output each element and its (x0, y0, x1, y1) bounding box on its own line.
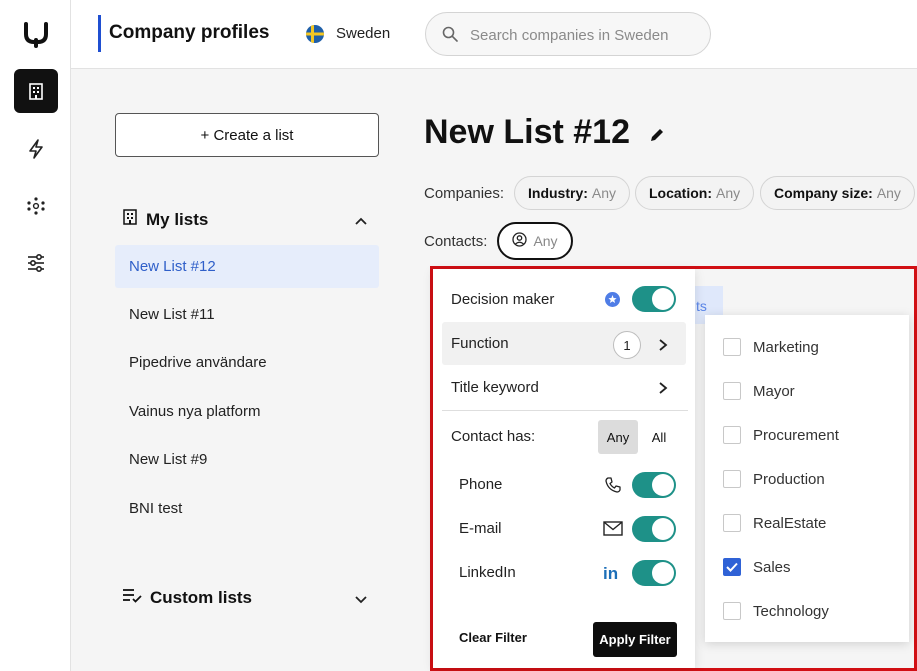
decision-maker-label: Decision maker (451, 291, 555, 308)
logo-icon[interactable] (22, 20, 50, 48)
phone-toggle[interactable] (632, 472, 676, 498)
function-option-technology[interactable]: Technology (705, 589, 909, 633)
apply-filter-button[interactable]: Apply Filter (593, 622, 677, 657)
chip-value: Any (591, 185, 617, 201)
function-option-procurement[interactable]: Procurement (705, 413, 909, 457)
chevron-right-icon[interactable] (658, 338, 668, 357)
chip-name: Company size: (774, 185, 873, 201)
divider (442, 410, 688, 411)
contact-filter-popup: Decision maker Function 1 Title keyword … (433, 269, 695, 668)
companies-label: Companies: (424, 185, 505, 202)
list-item-pipedrive[interactable]: Pipedrive användare (115, 341, 379, 384)
contact-has-label: Contact has: (451, 428, 536, 445)
chip-value: Any (876, 185, 901, 201)
email-toggle[interactable] (632, 516, 676, 542)
email-label: E-mail (459, 520, 502, 537)
list-item-bni-test[interactable]: BNI test (115, 487, 379, 530)
option-label: Technology (753, 602, 829, 620)
sweden-flag-icon[interactable] (306, 25, 324, 43)
my-lists-label: My lists (146, 209, 209, 229)
app-root: Company profiles Sweden + Create a list (0, 0, 917, 671)
page-title: Company profiles (109, 22, 270, 43)
clear-filter-button[interactable]: Clear Filter (459, 630, 527, 645)
option-label: Sales (753, 558, 791, 576)
linkedin-label: LinkedIn (459, 564, 516, 581)
custom-lists-label: Custom lists (150, 587, 253, 607)
chip-name: Location: (649, 185, 712, 201)
contacts-label: Contacts: (424, 233, 488, 250)
title-accent-bar (98, 15, 101, 52)
checkbox[interactable] (723, 602, 741, 620)
chip-name: Industry: (528, 185, 588, 201)
checkbox[interactable] (723, 382, 741, 400)
function-row[interactable]: Function (442, 322, 686, 365)
function-option-marketing[interactable]: Marketing (705, 325, 909, 369)
chevron-right-icon[interactable] (658, 381, 668, 400)
location-filter-chip[interactable]: Location: Any (635, 176, 755, 210)
title-keyword-label: Title keyword (451, 379, 539, 396)
decision-maker-toggle[interactable] (632, 286, 676, 312)
title-keyword-row[interactable]: Title keyword (442, 366, 686, 409)
verified-badge-icon (604, 291, 621, 313)
company-search[interactable] (425, 12, 711, 56)
option-label: Procurement (753, 426, 839, 444)
function-label: Function (451, 335, 509, 352)
option-label: RealEstate (753, 514, 827, 532)
list-title: New List #12 (424, 113, 630, 151)
phone-icon (604, 476, 622, 499)
my-lists-header[interactable]: My lists (122, 209, 208, 230)
checkbox[interactable] (723, 338, 741, 356)
nav-rail (0, 0, 71, 671)
function-dropdown: Marketing Mayor Procurement Production R… (705, 315, 909, 642)
function-option-production[interactable]: Production (705, 457, 909, 501)
mail-icon (603, 521, 623, 541)
list-item-new-list-9[interactable]: New List #9 (115, 438, 379, 481)
user-circle-icon (512, 232, 528, 250)
lightning-icon[interactable] (14, 127, 58, 171)
building-icon (122, 209, 138, 230)
network-icon[interactable] (14, 184, 58, 228)
sliders-icon[interactable] (14, 241, 58, 285)
company-size-filter-chip[interactable]: Company size: Any (760, 176, 915, 210)
linkedin-toggle[interactable] (632, 560, 676, 586)
contacts-filter-chip[interactable]: Any (497, 222, 573, 260)
option-label: Mayor (753, 382, 795, 400)
chevron-up-icon[interactable] (354, 213, 368, 231)
industry-filter-chip[interactable]: Industry: Any (514, 176, 631, 210)
list-item-vainus[interactable]: Vainus nya platform (115, 390, 379, 433)
phone-label: Phone (459, 476, 503, 493)
option-label: Production (753, 470, 825, 488)
function-option-sales[interactable]: Sales (705, 545, 909, 589)
contacts-chip-value: Any (533, 233, 558, 249)
create-list-button[interactable]: + Create a list (115, 113, 379, 157)
function-option-mayor[interactable]: Mayor (705, 369, 909, 413)
chip-value: Any (716, 185, 741, 201)
custom-lists-header[interactable]: Custom lists (122, 587, 252, 608)
linkedin-icon: in (603, 564, 619, 583)
contact-has-any-button[interactable]: Any (598, 420, 638, 454)
list-check-icon (122, 587, 142, 608)
function-option-realestate[interactable]: RealEstate (705, 501, 909, 545)
option-label: Marketing (753, 338, 819, 356)
search-icon (442, 26, 458, 47)
pencil-icon[interactable] (648, 126, 666, 149)
list-item-new-list-11[interactable]: New List #11 (115, 293, 379, 336)
check-icon (726, 562, 738, 572)
checkbox-checked[interactable] (723, 558, 741, 576)
search-input[interactable] (470, 24, 700, 46)
building-icon[interactable] (14, 69, 58, 113)
top-bar: Company profiles Sweden (71, 0, 917, 69)
checkbox[interactable] (723, 514, 741, 532)
contact-has-all-button[interactable]: All (646, 420, 672, 454)
checkbox[interactable] (723, 426, 741, 444)
list-item-new-list-12[interactable]: New List #12 (115, 245, 379, 288)
chevron-down-icon[interactable] (354, 592, 368, 610)
checkbox[interactable] (723, 470, 741, 488)
country-selector[interactable]: Sweden (336, 25, 390, 42)
function-count-badge: 1 (613, 331, 641, 359)
